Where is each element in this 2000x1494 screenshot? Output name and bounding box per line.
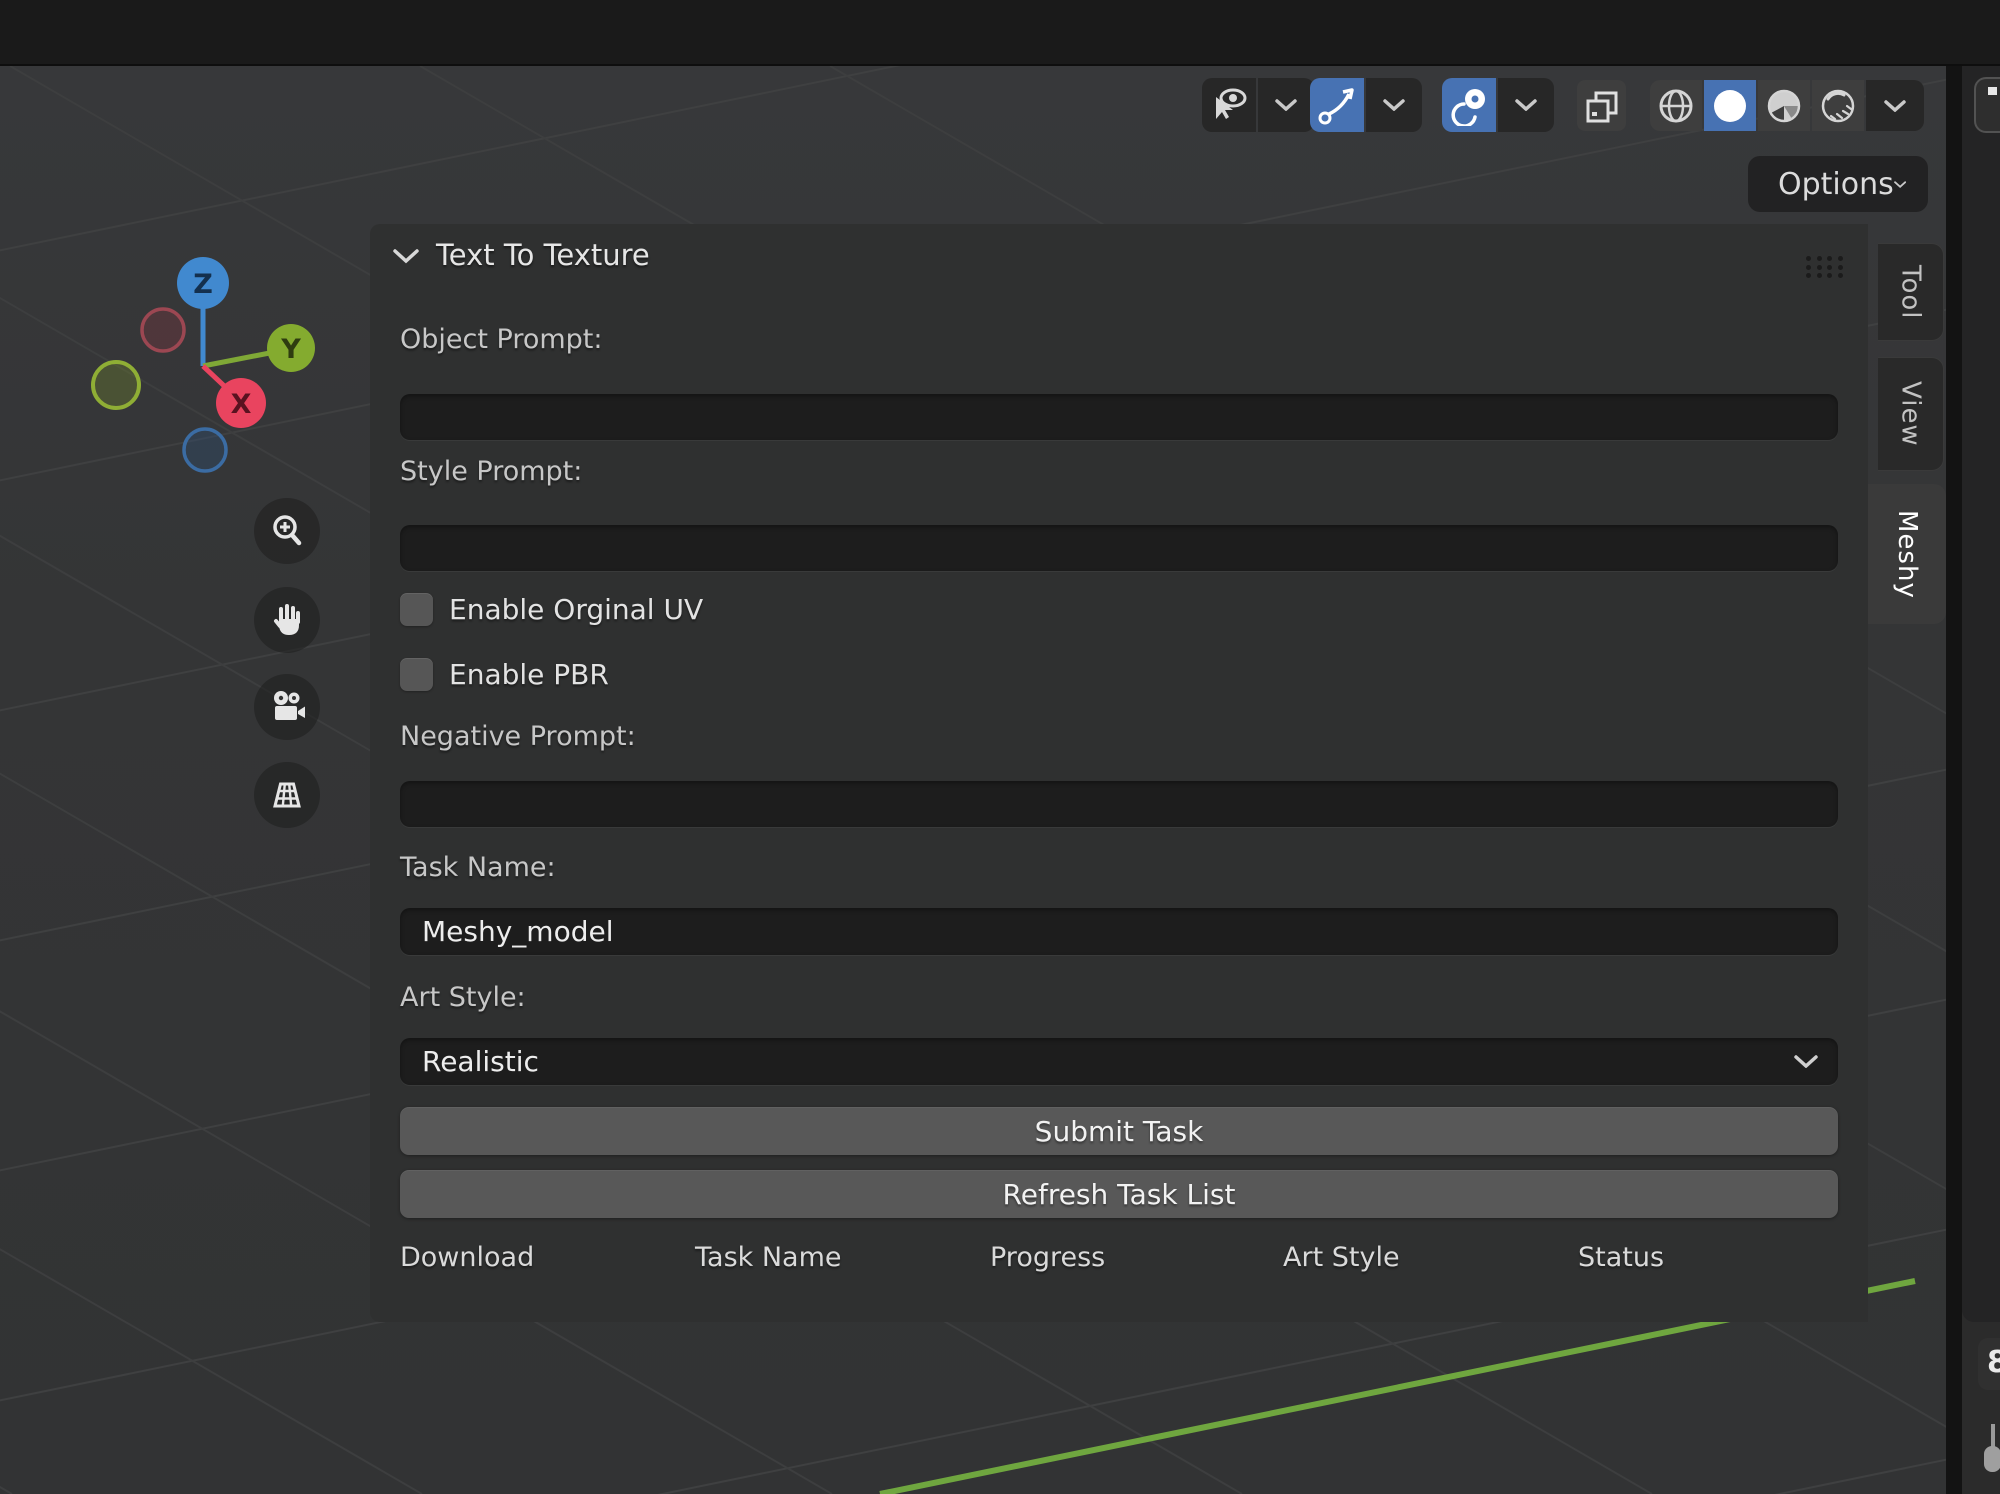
snap-rotate-dropdown[interactable] bbox=[1442, 78, 1554, 132]
chevron-down-icon[interactable] bbox=[1258, 78, 1314, 132]
pin-icon bbox=[1991, 1424, 1995, 1448]
perspective-toggle-button[interactable] bbox=[254, 762, 320, 828]
chevron-down-icon[interactable] bbox=[1866, 80, 1924, 131]
solid-shading-icon[interactable] bbox=[1704, 80, 1756, 131]
gizmo-minus-y-ball[interactable] bbox=[93, 362, 139, 408]
gizmo-minus-z-ball[interactable] bbox=[184, 429, 226, 471]
camera-icon bbox=[267, 687, 307, 727]
chevron-down-icon[interactable] bbox=[1498, 78, 1554, 132]
overlays-icon[interactable] bbox=[1577, 80, 1626, 131]
gizmo-y-label: Y bbox=[280, 334, 301, 365]
object-prompt-label: Object Prompt: bbox=[400, 324, 602, 355]
chevron-down-icon bbox=[1794, 1055, 1818, 1068]
viewport-shading-group bbox=[1650, 80, 1924, 131]
pin-icon bbox=[1984, 1446, 2000, 1472]
proportional-edit-dropdown[interactable] bbox=[1310, 78, 1422, 132]
magnifier-plus-icon bbox=[268, 512, 306, 550]
refresh-task-list-button[interactable]: Refresh Task List bbox=[400, 1170, 1838, 1218]
art-style-value: Realistic bbox=[422, 1045, 539, 1078]
blender-window: Options Z Y X bbox=[0, 0, 2000, 1494]
chevron-down-icon bbox=[1894, 178, 1906, 191]
task-name-label: Task Name: bbox=[400, 852, 556, 883]
art-style-label: Art Style: bbox=[400, 982, 526, 1013]
tab-view[interactable]: View bbox=[1878, 357, 1944, 471]
object-prompt-input[interactable] bbox=[400, 394, 1838, 440]
grid-icon bbox=[267, 775, 307, 815]
proportional-edit-icon[interactable] bbox=[1310, 78, 1364, 132]
zoom-button[interactable] bbox=[254, 498, 320, 564]
clipped-glyph: 8 bbox=[1987, 1345, 2000, 1380]
panel-drag-handle-icon[interactable] bbox=[1806, 256, 1848, 282]
navigation-gizmo[interactable]: Z Y X bbox=[80, 245, 315, 475]
style-prompt-input[interactable] bbox=[400, 525, 1838, 571]
style-prompt-label: Style Prompt: bbox=[400, 456, 582, 487]
negative-prompt-input[interactable] bbox=[400, 781, 1838, 827]
tab-meshy[interactable]: Meshy bbox=[1868, 484, 1946, 624]
chevron-down-icon[interactable] bbox=[1366, 78, 1422, 132]
editor-divider[interactable] bbox=[1946, 66, 1962, 1494]
submit-task-button[interactable]: Submit Task bbox=[400, 1107, 1838, 1155]
enable-pbr-row: Enable PBR bbox=[400, 657, 609, 691]
col-status: Status bbox=[1578, 1242, 1664, 1273]
col-art-style: Art Style bbox=[1283, 1242, 1400, 1273]
negative-prompt-label: Negative Prompt: bbox=[400, 721, 636, 752]
clipped-icon bbox=[1988, 87, 1997, 95]
task-name-input[interactable] bbox=[400, 908, 1838, 955]
options-label: Options bbox=[1778, 167, 1894, 202]
options-button[interactable]: Options bbox=[1748, 156, 1928, 212]
pan-button[interactable] bbox=[254, 587, 320, 653]
col-download: Download bbox=[400, 1242, 534, 1273]
camera-view-button[interactable] bbox=[254, 674, 320, 740]
col-progress: Progress bbox=[990, 1242, 1105, 1273]
wireframe-shading-icon[interactable] bbox=[1650, 80, 1702, 131]
gizmo-minus-x-ball[interactable] bbox=[142, 309, 184, 351]
rendered-shading-icon[interactable] bbox=[1812, 80, 1864, 131]
tab-tool[interactable]: Tool bbox=[1878, 243, 1944, 341]
text-to-texture-panel: Text To Texture Object Prompt: Style Pro… bbox=[370, 224, 1868, 1322]
gizmo-z-label: Z bbox=[193, 269, 213, 300]
right-editor-clipped-button-2[interactable]: 8 bbox=[1978, 1338, 2000, 1390]
art-style-select[interactable]: Realistic bbox=[400, 1038, 1838, 1085]
snap-rotate-icon[interactable] bbox=[1442, 78, 1496, 132]
material-preview-icon[interactable] bbox=[1758, 80, 1810, 131]
enable-original-uv-row: Enable Orginal UV bbox=[400, 592, 703, 626]
task-table-header: Download Task Name Progress Art Style St… bbox=[370, 1242, 1868, 1287]
gizmo-x-label: X bbox=[231, 389, 252, 420]
panel-collapse-chevron-icon[interactable] bbox=[392, 248, 420, 264]
hand-icon bbox=[268, 601, 306, 639]
enable-original-uv-checkbox[interactable] bbox=[400, 593, 433, 626]
enable-original-uv-label: Enable Orginal UV bbox=[449, 593, 703, 626]
top-menu-bar bbox=[0, 0, 2000, 66]
panel-title[interactable]: Text To Texture bbox=[436, 238, 650, 272]
enable-pbr-label: Enable PBR bbox=[449, 658, 609, 691]
enable-pbr-checkbox[interactable] bbox=[400, 658, 433, 691]
right-editor-clipped-button[interactable] bbox=[1974, 77, 2000, 133]
selectability-dropdown[interactable] bbox=[1202, 78, 1314, 132]
col-task-name: Task Name bbox=[695, 1242, 842, 1273]
selectability-icon[interactable] bbox=[1202, 78, 1256, 132]
right-editor-edge bbox=[1962, 66, 2000, 1494]
